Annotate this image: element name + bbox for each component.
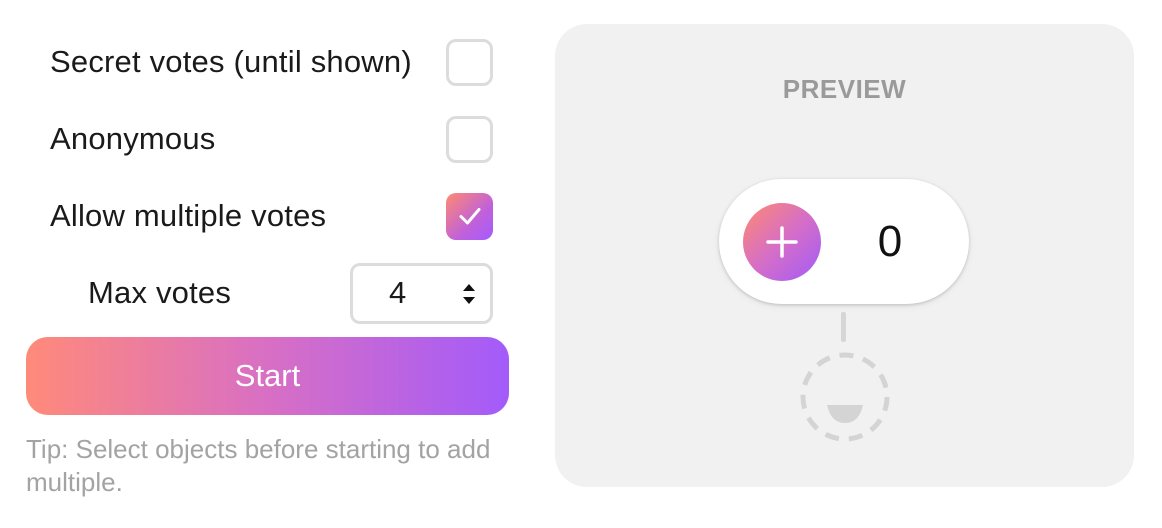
- allow-multiple-checkbox[interactable]: [446, 192, 493, 240]
- preview-panel: PREVIEW 0: [555, 24, 1134, 487]
- voting-settings-window: Secret votes (until shown) Anonymous All…: [0, 0, 1162, 528]
- vote-widget: 0: [719, 179, 969, 304]
- max-votes-stepper[interactable]: 4: [350, 262, 493, 324]
- anonymous-label: Anonymous: [50, 121, 216, 156]
- anonymous-checkbox[interactable]: [446, 115, 493, 163]
- allow-multiple-row: Allow multiple votes: [26, 192, 510, 240]
- settings-panel: Secret votes (until shown) Anonymous All…: [26, 38, 510, 499]
- vote-count: 0: [877, 216, 903, 266]
- plus-icon: [766, 225, 798, 258]
- up-down-arrows-icon[interactable]: [462, 280, 476, 308]
- add-vote-button[interactable]: [743, 202, 821, 281]
- preview-title: PREVIEW: [782, 74, 907, 104]
- connector-line: [841, 312, 846, 342]
- secret-votes-checkbox[interactable]: [446, 38, 493, 86]
- max-votes-value[interactable]: 4: [389, 275, 406, 311]
- smiley-placeholder-icon: [800, 352, 890, 442]
- allow-multiple-label: Allow multiple votes: [50, 198, 327, 233]
- start-button[interactable]: Start: [26, 337, 509, 415]
- secret-votes-row: Secret votes (until shown): [26, 38, 510, 86]
- anonymous-row: Anonymous: [26, 115, 510, 163]
- max-votes-label: Max votes: [88, 275, 232, 310]
- tip-text: Tip: Select objects before starting to a…: [26, 434, 491, 497]
- secret-votes-label: Secret votes (until shown): [50, 44, 412, 79]
- max-votes-row: Max votes 4: [26, 262, 510, 324]
- check-icon: [459, 208, 480, 225]
